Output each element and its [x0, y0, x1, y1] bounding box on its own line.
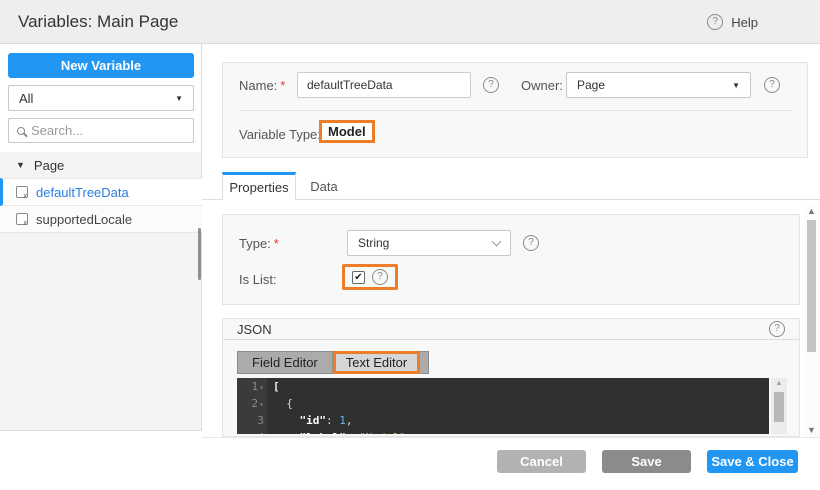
is-list-label: Is List: [239, 272, 277, 287]
owner-value: Page [577, 78, 606, 92]
name-help-icon[interactable]: ? [483, 77, 499, 93]
name-field[interactable] [297, 72, 471, 98]
editor-toggle-group: Field Editor Text Editor [237, 351, 430, 374]
tree-group-page[interactable]: ▼ Page [0, 152, 202, 178]
fold-icon[interactable]: ▾ [259, 383, 264, 392]
tree-expand-icon[interactable]: ▼ [16, 160, 25, 170]
save-and-close-button[interactable]: Save & Close [707, 450, 798, 473]
is-list-highlight: ✔ ? [342, 264, 398, 290]
sidebar-scrollbar-thumb[interactable] [198, 228, 201, 280]
chevron-down-icon [491, 236, 502, 246]
search-icon [17, 126, 25, 135]
editor-scrollbar[interactable]: ▲ [771, 378, 787, 434]
new-variable-button[interactable]: New Variable [8, 53, 194, 78]
code-line: 1▾ [ [237, 378, 769, 395]
scroll-up-icon[interactable]: ▲ [771, 378, 787, 390]
save-button[interactable]: Save [602, 450, 691, 473]
variable-icon: x [16, 186, 28, 200]
json-panel: JSON ? Field Editor Text Editor 1▾ [ 2▾ … [222, 318, 800, 437]
json-title: JSON [237, 321, 272, 337]
type-help-icon[interactable]: ? [523, 235, 539, 251]
owner-select[interactable]: Page ▼ [566, 72, 751, 98]
variable-icon: x [16, 213, 28, 227]
variable-type-label: Variable Type: [239, 127, 321, 142]
caret-down-icon: ▼ [732, 80, 740, 90]
variable-search[interactable] [8, 118, 194, 143]
tree-item-defaulttreedata[interactable]: x defaultTreeData [0, 178, 202, 206]
editor-scrollbar-thumb[interactable] [774, 392, 784, 422]
page-title: Variables: Main Page [18, 12, 179, 31]
text-editor-button-highlight[interactable]: Text Editor [332, 351, 421, 374]
caret-down-icon: ▼ [175, 93, 183, 103]
toggle-group-edge [420, 351, 430, 374]
json-help-icon[interactable]: ? [769, 321, 785, 337]
scroll-down-icon[interactable]: ▼ [804, 425, 819, 435]
is-list-help-icon[interactable]: ? [372, 269, 388, 285]
help-link[interactable]: ? Help [707, 0, 758, 44]
owner-label: Owner:* [521, 78, 571, 93]
tab-properties[interactable]: Properties [222, 172, 296, 200]
is-list-checkbox[interactable]: ✔ [352, 270, 365, 284]
type-select[interactable]: String [347, 230, 511, 256]
tab-data[interactable]: Data [296, 172, 352, 200]
required-mark: * [273, 236, 279, 251]
type-value: String [358, 236, 390, 250]
form-divider [239, 110, 791, 111]
owner-help-icon[interactable]: ? [764, 77, 780, 93]
scroll-up-icon[interactable]: ▲ [804, 206, 819, 216]
json-header: JSON ? [223, 319, 799, 340]
search-input[interactable] [31, 123, 171, 138]
field-editor-button[interactable]: Field Editor [237, 351, 333, 374]
content-scrollbar[interactable]: ▲ ▼ [804, 204, 819, 437]
name-label: Name: * [239, 78, 286, 93]
properties-panel: Type: * String ? Is List: ✔ ? [222, 214, 800, 305]
filter-value: All [19, 90, 34, 106]
variable-type-value-highlight: Model [319, 120, 375, 143]
type-label: Type: * [239, 236, 279, 251]
dialog-header: Variables: Main Page ? Help [0, 0, 820, 44]
fold-icon[interactable]: ▾ [259, 400, 264, 409]
json-code-editor[interactable]: 1▾ [ 2▾ { 3 "id": 1, 4 "label": "Node1" [237, 378, 769, 434]
required-mark: * [280, 78, 286, 93]
tree-item-label: supportedLocale [36, 211, 133, 227]
help-label: Help [731, 14, 758, 30]
tree-item-supportedlocale[interactable]: x supportedLocale [0, 206, 202, 233]
cancel-button[interactable]: Cancel [497, 450, 586, 473]
content-scrollbar-thumb[interactable] [807, 220, 816, 352]
tree-group-label: Page [33, 157, 65, 173]
variables-sidebar: New Variable All ▼ ▼ Page x defaultTreeD… [0, 44, 202, 431]
variable-form-panel: Name:* ? Owner:* Page ▼ ? Variable Type:… [222, 62, 808, 158]
code-line: 2▾ { [237, 395, 769, 412]
variable-filter-select[interactable]: All ▼ [8, 85, 194, 111]
code-line-partial: 4 "label": "Node1" [237, 429, 769, 434]
code-line: 3 "id": 1, [237, 412, 769, 429]
help-question-icon: ? [707, 14, 724, 30]
footer-divider [202, 437, 820, 438]
tree-item-label: defaultTreeData [36, 184, 129, 200]
